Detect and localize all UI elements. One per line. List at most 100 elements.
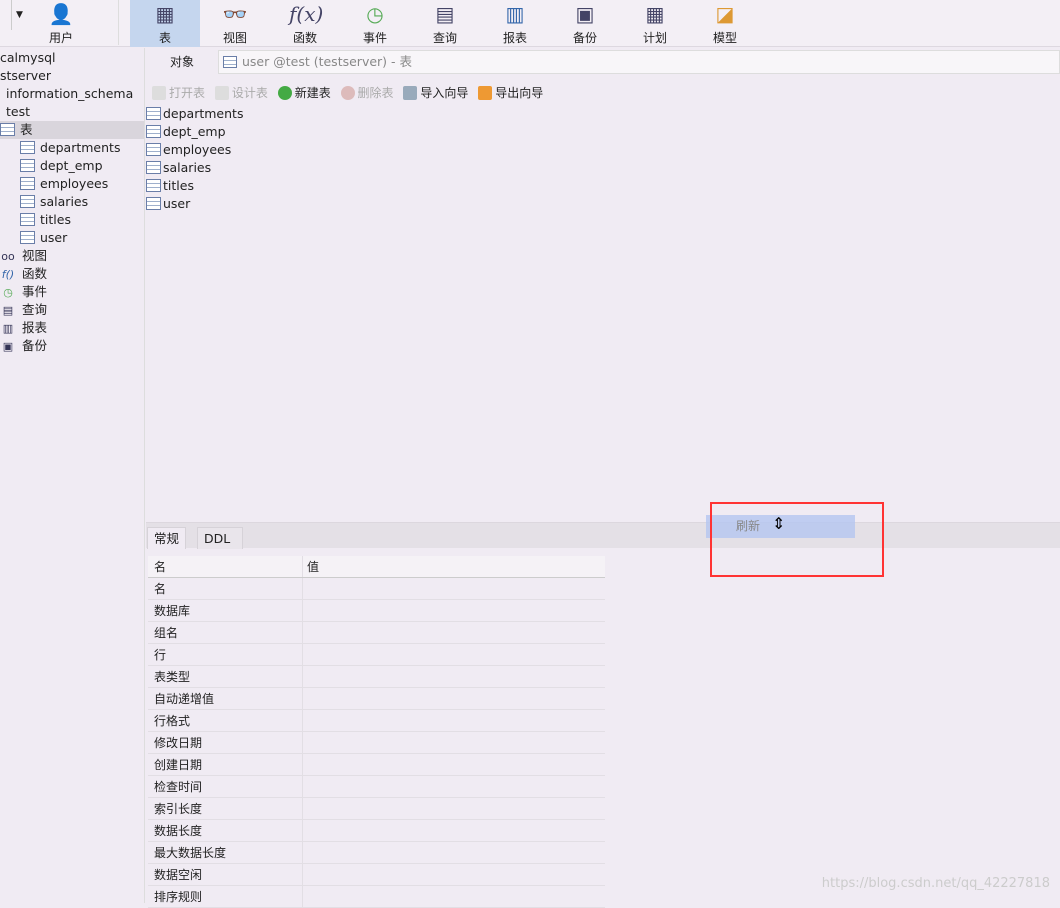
grid-header: 名值 — [148, 556, 605, 578]
tree-database[interactable]: information_schema — [6, 85, 133, 103]
list-item[interactable]: employees — [146, 141, 1060, 159]
divider — [118, 0, 119, 45]
open-table-button[interactable]: 打开表 — [152, 82, 205, 104]
list-item[interactable]: salaries — [146, 159, 1060, 177]
splitter-bar[interactable] — [146, 522, 1060, 548]
dropdown-arrow-icon[interactable]: ▼ — [16, 10, 23, 20]
property-value — [303, 666, 605, 687]
design-table-icon — [214, 86, 229, 100]
list-item[interactable]: departments — [146, 105, 1060, 123]
grid-row[interactable]: 索引长度 — [148, 798, 605, 820]
main-toolbar: ▼ 👤 用户 ▦ 表 👓 视图 f(x) 函数 ◷ 事件 ▤ 查询 ▥ 报表 ▣ 备份 ▦ 计划 … — [0, 0, 1060, 47]
grid-row[interactable]: 创建日期 — [148, 754, 605, 776]
grid-row[interactable]: 表类型 — [148, 666, 605, 688]
navigation-tree: calmysql stserver information_schema tes… — [0, 48, 145, 903]
header-name: 名 — [148, 556, 303, 577]
table-icon — [146, 179, 161, 192]
property-value — [303, 622, 605, 643]
toolbar-table[interactable]: ▦ 表 — [130, 0, 200, 47]
tree-events[interactable]: ◷ 事件 — [0, 283, 47, 301]
property-name: 组名 — [148, 622, 303, 643]
grid-row[interactable]: 自动递增值 — [148, 688, 605, 710]
property-name: 索引长度 — [148, 798, 303, 819]
tree-table[interactable]: employees — [20, 175, 108, 193]
tree-views[interactable]: oo 视图 — [0, 247, 47, 265]
tab-ddl[interactable]: DDL — [197, 527, 243, 549]
table-icon — [146, 107, 161, 120]
grid-row[interactable]: 数据空闲 — [148, 864, 605, 886]
toolbar-backup[interactable]: ▣ 备份 — [550, 0, 620, 47]
header-value: 值 — [307, 560, 320, 574]
design-table-button[interactable]: 设计表 — [214, 82, 268, 104]
property-value — [303, 798, 605, 819]
grid-row[interactable]: 数据库 — [148, 600, 605, 622]
tree-table[interactable]: salaries — [20, 193, 88, 211]
grid-row[interactable]: 行 — [148, 644, 605, 666]
tree-table[interactable]: departments — [20, 139, 120, 157]
grid-row[interactable]: 名 — [148, 578, 605, 600]
toolbar-user[interactable]: 👤 用户 — [26, 0, 96, 47]
properties-grid: 名值名数据库 组名行表类型 自动递增值 行格式 修改日期 创建日期 检查时间 索引长度 数据长度… — [148, 556, 605, 908]
delete-table-button[interactable]: 删除表 — [340, 82, 394, 104]
toolbar-function[interactable]: f(x) 函数 — [270, 0, 340, 47]
toolbar-report[interactable]: ▥ 报表 — [480, 0, 550, 47]
property-name: 数据空闲 — [148, 864, 303, 885]
import-wizard-button[interactable]: 导入向导 — [403, 82, 468, 104]
tab-general[interactable]: 常规 — [147, 527, 187, 549]
toolbar-view[interactable]: 👓 视图 — [200, 0, 270, 47]
list-item[interactable]: user — [146, 195, 1060, 213]
view-icon: oo — [1, 250, 15, 263]
property-value — [303, 886, 605, 907]
minus-icon — [340, 86, 355, 100]
property-name: 自动递增值 — [148, 688, 303, 709]
tree-database[interactable]: test — [6, 103, 30, 121]
grid-row[interactable]: 检查时间 — [148, 776, 605, 798]
property-value — [303, 710, 605, 731]
toolbar-schedule[interactable]: ▦ 计划 — [620, 0, 690, 47]
table-icon — [20, 159, 35, 172]
tree-reports[interactable]: ▥ 报表 — [0, 319, 47, 337]
table-icon: ▦ — [155, 2, 175, 26]
list-item[interactable]: dept_emp — [146, 123, 1060, 141]
export-wizard-button[interactable]: 导出向导 — [478, 82, 543, 104]
highlight-box — [710, 502, 884, 577]
query-icon: ▤ — [435, 2, 455, 26]
tree-functions[interactable]: f() 函数 — [0, 265, 47, 283]
grid-row[interactable]: 排序规则 — [148, 886, 605, 908]
toolbar-model[interactable]: ◪ 模型 — [690, 0, 760, 47]
nav-button[interactable] — [0, 0, 12, 30]
property-name: 修改日期 — [148, 732, 303, 753]
tab-objects[interactable]: 对象 — [146, 48, 218, 76]
table-icon — [146, 197, 161, 210]
table-icon — [146, 125, 161, 138]
tree-tables-node[interactable]: 表 — [0, 121, 144, 139]
list-item[interactable]: titles — [146, 177, 1060, 195]
property-name: 数据长度 — [148, 820, 303, 841]
function-icon: f() — [1, 268, 15, 281]
tree-table[interactable]: titles — [20, 211, 71, 229]
tree-queries[interactable]: ▤ 查询 — [0, 301, 47, 319]
tree-connection[interactable]: stserver — [0, 67, 51, 85]
tree-table[interactable]: user — [20, 229, 67, 247]
grid-row[interactable]: 行格式 — [148, 710, 605, 732]
new-table-button[interactable]: 新建表 — [277, 82, 331, 104]
report-icon: ▥ — [505, 2, 525, 26]
grid-row[interactable]: 数据长度 — [148, 820, 605, 842]
table-icon — [146, 161, 161, 174]
backup-icon: ▣ — [575, 2, 595, 26]
grid-row[interactable]: 组名 — [148, 622, 605, 644]
table-icon — [223, 56, 237, 68]
event-icon: ◷ — [3, 286, 13, 299]
toolbar-query[interactable]: ▤ 查询 — [410, 0, 480, 47]
property-value — [303, 754, 605, 775]
tree-table[interactable]: dept_emp — [20, 157, 103, 175]
object-tab-field[interactable]: user @test (testserver) - 表 — [218, 50, 1060, 74]
tree-backups[interactable]: ▣ 备份 — [0, 337, 47, 355]
table-icon — [20, 195, 35, 208]
grid-row[interactable]: 最大数据长度 — [148, 842, 605, 864]
table-icon — [0, 123, 15, 136]
toolbar-event[interactable]: ◷ 事件 — [340, 0, 410, 47]
grid-row[interactable]: 修改日期 — [148, 732, 605, 754]
query-icon: ▤ — [2, 304, 14, 317]
tree-connection[interactable]: calmysql — [0, 49, 56, 67]
